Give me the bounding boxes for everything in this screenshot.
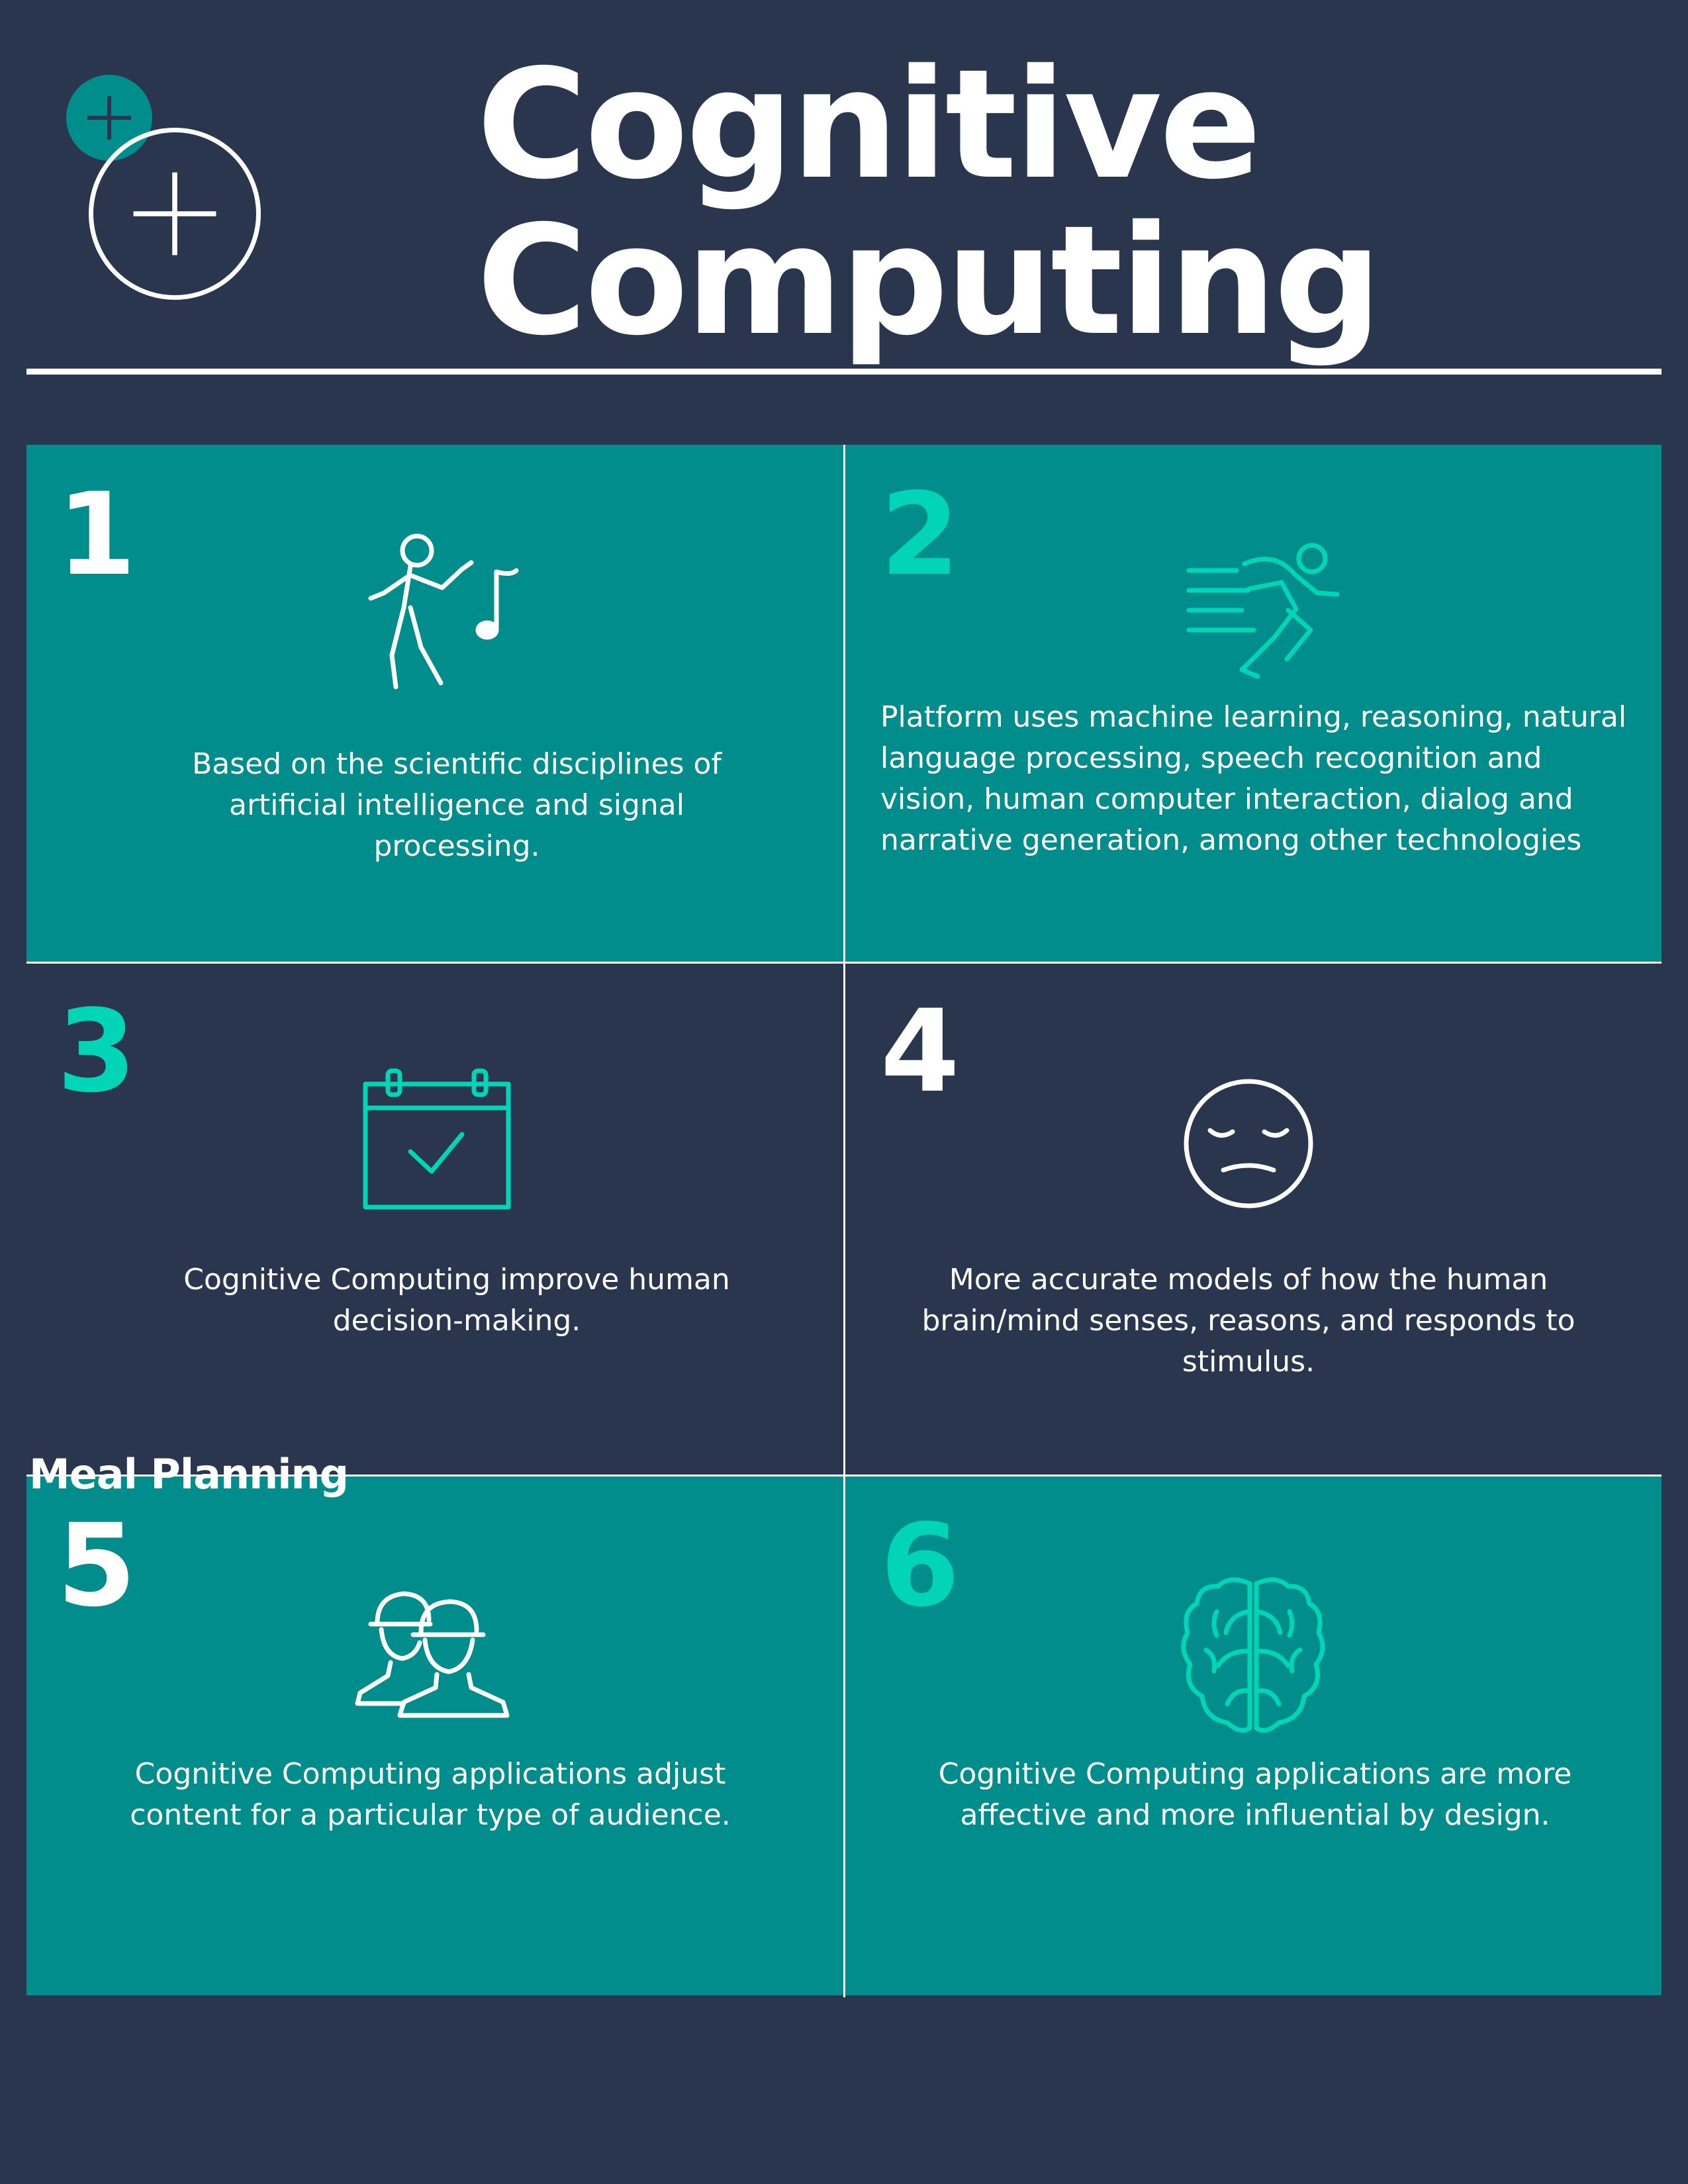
cell-description: Cognitive Computing improve human decisi… bbox=[183, 1263, 730, 1338]
sprinting-runner-icon bbox=[1176, 537, 1374, 690]
cell-2: 2 Platform uses machine learning, reason… bbox=[845, 445, 1662, 963]
workers-hardhat-icon bbox=[351, 1583, 536, 1722]
cell-description: Cognitive Computing applications are mor… bbox=[938, 1757, 1572, 1832]
unamused-face-icon bbox=[1182, 1077, 1315, 1210]
page-title: Cognitive Computing bbox=[477, 36, 1382, 369]
cell-number: 1 bbox=[57, 468, 136, 601]
grid-vertical-divider bbox=[843, 445, 845, 1997]
cell-description: Cognitive Computing applications adjust … bbox=[130, 1757, 731, 1832]
cell-number: 2 bbox=[880, 468, 960, 601]
title-line-2: Computing bbox=[477, 193, 1382, 369]
cell-4: 4 More accurate models of how the human … bbox=[845, 963, 1662, 1476]
cell-6: 6 Cognitive Computing applications are m… bbox=[845, 1476, 1662, 1995]
title-line-1: Cognitive bbox=[477, 36, 1262, 212]
grid-horizontal-divider-1 bbox=[26, 962, 1662, 964]
dancing-person-icon bbox=[357, 529, 556, 702]
cell-1: 1 Based on the scientific disciplines of… bbox=[26, 445, 845, 963]
cell-number: 5 bbox=[57, 1499, 136, 1632]
cell-number: 6 bbox=[880, 1499, 960, 1632]
brain-icon bbox=[1177, 1572, 1329, 1737]
cell-number: 3 bbox=[57, 985, 136, 1118]
calendar-check-icon bbox=[357, 1066, 516, 1211]
title-divider bbox=[26, 369, 1662, 375]
cell-5: 5 Cognitive Computing applications adjus… bbox=[26, 1476, 845, 1995]
cell-3: 3 Cognitive Computing improve human deci… bbox=[26, 963, 845, 1476]
meal-planning-label: Meal Planning bbox=[29, 1450, 349, 1498]
large-plus-logo-icon bbox=[89, 128, 261, 300]
cell-description: More accurate models of how the human br… bbox=[921, 1263, 1575, 1379]
cell-description: Platform uses machine learning, reasonin… bbox=[880, 700, 1627, 857]
cell-description: Based on the scientific disciplines of a… bbox=[192, 747, 722, 863]
cell-number: 4 bbox=[880, 985, 960, 1118]
